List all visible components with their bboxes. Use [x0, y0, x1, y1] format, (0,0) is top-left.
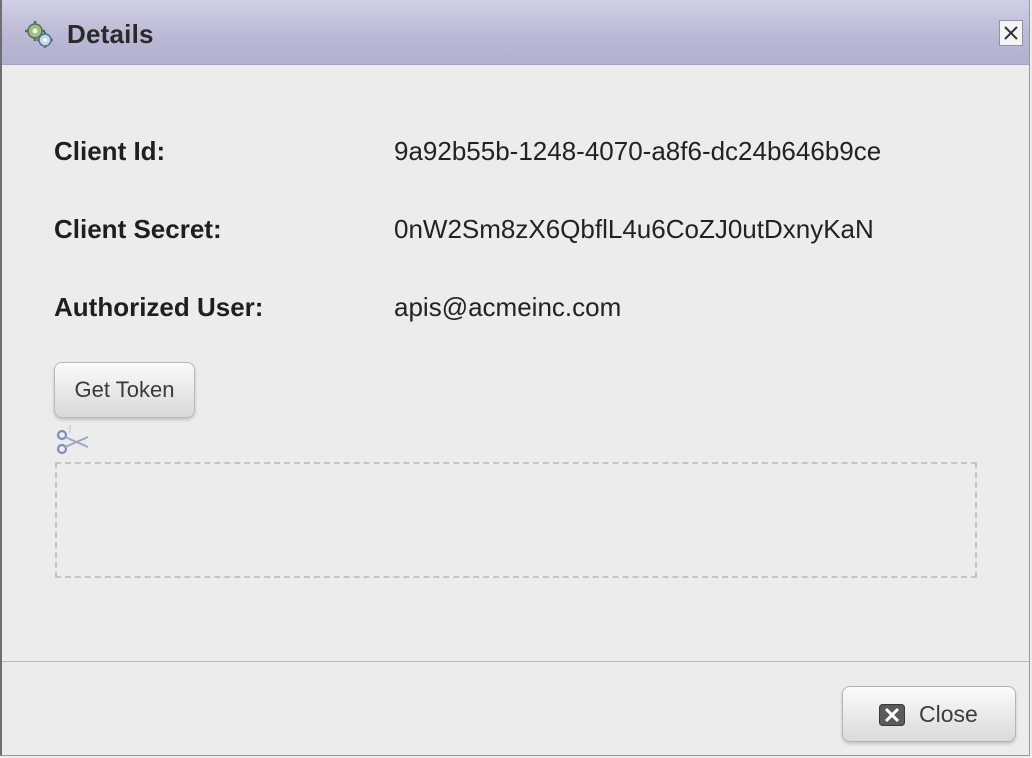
close-x-icon	[1004, 26, 1018, 40]
titlebar-close-button[interactable]	[999, 20, 1023, 46]
footer-divider	[2, 661, 1029, 662]
client-id-label: Client Id:	[54, 136, 166, 166]
authorized-user-label: Authorized User:	[54, 292, 264, 322]
token-output-area[interactable]	[55, 462, 977, 578]
close-box-icon	[879, 704, 905, 726]
client-id-value: 9a92b55b-1248-4070-a8f6-dc24b646b9ce	[394, 136, 882, 166]
details-dialog: Details Client Id: 9a92b55b-1248-4070-a8…	[0, 0, 1030, 756]
get-token-button[interactable]: Get Token	[54, 362, 195, 418]
authorized-user-value: apis@acmeinc.com	[394, 292, 622, 322]
client-secret-label: Client Secret:	[54, 214, 222, 244]
close-button[interactable]: Close	[842, 686, 1016, 742]
dialog-titlebar[interactable]: Details	[2, 0, 1029, 65]
close-button-label: Close	[919, 701, 978, 727]
dialog-title: Details	[67, 19, 154, 49]
scissors-icon[interactable]	[55, 425, 91, 459]
gears-icon	[24, 19, 54, 49]
client-secret-value: 0nW2Sm8zX6QbflL4u6CoZJ0utDxnyKaN	[394, 214, 874, 244]
